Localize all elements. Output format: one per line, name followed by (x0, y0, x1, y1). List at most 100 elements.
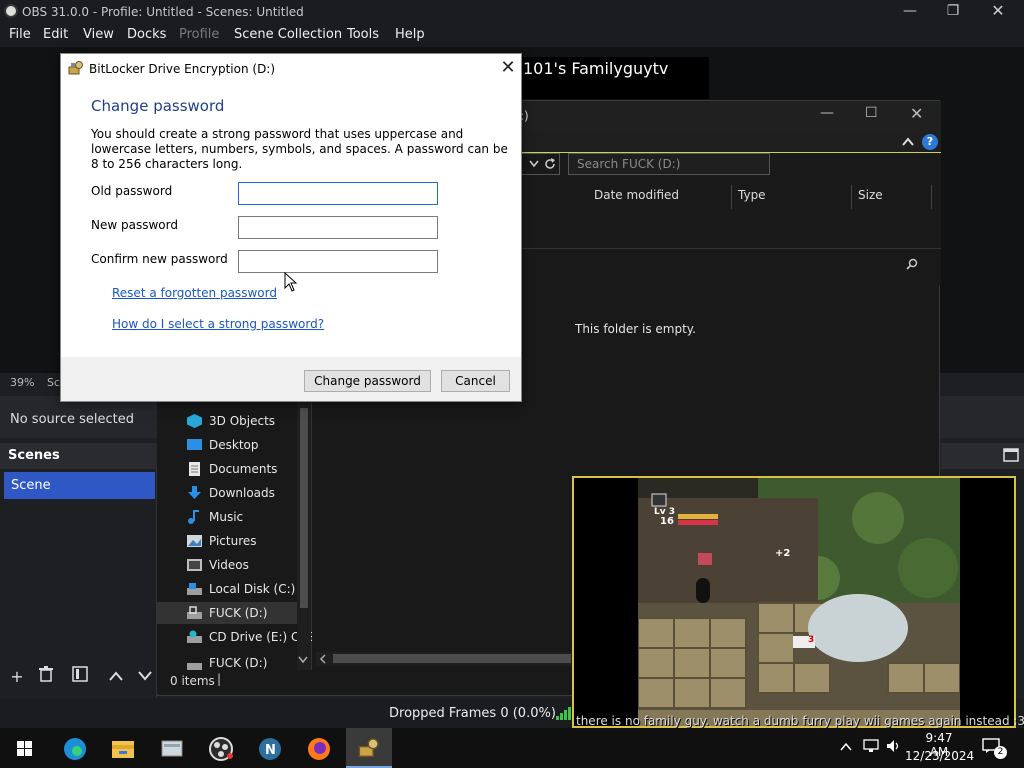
empty-folder-text: This folder is empty. (575, 322, 696, 336)
nav-label: Music (209, 510, 244, 524)
nav-item-3d-objects[interactable]: 3D Objects (187, 410, 312, 432)
strong-password-help-link[interactable]: How do I select a strong password? (112, 317, 324, 331)
menu-profile[interactable]: Profile (179, 27, 219, 42)
menu-docks[interactable]: Docks (127, 27, 166, 42)
windows-start-icon[interactable] (3, 732, 47, 766)
menu-scene-collection[interactable]: Scene Collection (234, 27, 342, 42)
dropped-frames-status: Dropped Frames 0 (0.0%) (389, 706, 556, 721)
explorer-minimize-icon[interactable]: — (820, 105, 834, 121)
nav-label: Local Disk (C:) (209, 582, 296, 596)
nav-label: FUCK (D:) (209, 656, 268, 670)
obs-title-bar[interactable]: OBS 31.0.0 - Profile: Untitled - Scenes:… (0, 0, 1024, 23)
nav-item-fuck-d-2[interactable]: FUCK (D:) (187, 656, 312, 670)
nav-item-fuck-d[interactable]: FUCK (D:) (157, 602, 297, 624)
nav-label: Desktop (209, 438, 259, 452)
move-up-icon[interactable] (105, 666, 127, 688)
menu-bar: File Edit View Docks Profile Scene Colle… (0, 23, 1024, 47)
stream-title-text: 101's Familyguytv (517, 57, 709, 99)
game-caption: there is no family guy. watch a dumb fur… (576, 714, 1024, 728)
new-password-label: New password (91, 218, 178, 232)
old-password-label: Old password (91, 184, 173, 198)
explorer-close-icon[interactable]: ✕ (910, 104, 923, 123)
menu-file[interactable]: File (9, 27, 31, 42)
nav-item-music[interactable]: Music (187, 506, 312, 528)
file-explorer-icon[interactable] (101, 732, 145, 766)
bitlocker-key-icon (68, 61, 83, 75)
game-damage-number: 3 (808, 635, 815, 645)
download-icon (188, 486, 201, 499)
n-app-icon[interactable]: N (248, 732, 292, 766)
edge-browser-icon[interactable] (53, 732, 97, 766)
new-password-input[interactable] (238, 216, 438, 239)
nav-item-cd-drive-e[interactable]: CD Drive (E:) CES (187, 626, 312, 648)
explorer-search-input[interactable]: Search FUCK (D:) (568, 153, 770, 175)
nav-label: Videos (209, 558, 249, 572)
notification-center-icon[interactable]: 2 (982, 738, 1007, 760)
pictures-icon (187, 535, 202, 547)
add-scene-icon[interactable]: + (6, 666, 28, 688)
dialog-heading: Change password (91, 97, 225, 115)
desktop-icon (187, 439, 202, 450)
close-icon[interactable]: ✕ (978, 2, 1018, 22)
menu-edit[interactable]: Edit (43, 27, 68, 42)
menu-tools[interactable]: Tools (347, 27, 379, 42)
explorer-maximize-icon[interactable]: ☐ (865, 105, 878, 121)
nav-label: FUCK (D:) (209, 606, 268, 620)
scroll-left-icon[interactable] (319, 654, 327, 664)
reset-password-link[interactable]: Reset a forgotten password (112, 286, 277, 300)
help-icon[interactable]: ? (922, 134, 938, 150)
tray-overflow-icon[interactable] (840, 742, 852, 752)
menu-view[interactable]: View (83, 27, 114, 42)
app-window-icon[interactable] (150, 732, 194, 766)
restore-icon[interactable]: ❐ (933, 2, 973, 22)
scene-list-item[interactable]: Scene (4, 472, 155, 499)
nav-item-local-disk-c[interactable]: Local Disk (C:) (187, 578, 312, 600)
column-type[interactable]: Type (732, 185, 852, 209)
right-dock-header (941, 443, 1024, 469)
cd-drive-icon (187, 630, 202, 643)
nav-item-videos[interactable]: Videos (187, 554, 312, 576)
nav-scrollbar-thumb[interactable] (300, 408, 308, 608)
document-icon (189, 462, 200, 476)
confirm-password-input[interactable] (238, 250, 438, 273)
obs-window-title: OBS 31.0.0 - Profile: Untitled - Scenes:… (22, 5, 304, 19)
connection-signal-icon (556, 707, 571, 720)
status-divider: | (217, 672, 222, 686)
nav-label: Downloads (209, 486, 275, 500)
nav-item-downloads[interactable]: Downloads (187, 482, 312, 504)
taskbar-active-bitlocker[interactable] (346, 728, 392, 768)
search-icon (906, 258, 918, 270)
remove-scene-icon[interactable] (35, 666, 57, 688)
game-capture-source[interactable]: Lv 3 16 +2 3 there is no family guy. wat… (572, 476, 1024, 728)
move-down-icon[interactable] (134, 666, 156, 688)
column-size[interactable]: Size (852, 185, 932, 209)
old-password-input[interactable] (238, 182, 438, 205)
firefox-icon[interactable] (297, 732, 341, 766)
obs-studio-icon[interactable] (199, 732, 243, 766)
menu-help[interactable]: Help (395, 27, 425, 42)
tray-clock-date[interactable]: 12/23/2024 (905, 749, 974, 763)
address-dropdown-icon[interactable] (529, 160, 539, 168)
column-date-modified[interactable]: Date modified (588, 185, 732, 209)
scroll-down-icon[interactable] (297, 655, 309, 665)
cube-icon (187, 414, 202, 428)
minimize-icon[interactable]: — (890, 2, 930, 22)
network-icon[interactable] (863, 739, 879, 753)
change-password-button[interactable]: Change password (304, 370, 431, 392)
zoom-level: 39% (10, 376, 35, 389)
nav-item-pictures[interactable]: Pictures (187, 530, 312, 552)
collapse-ribbon-icon[interactable] (902, 137, 914, 146)
dock-undock-icon[interactable] (1003, 448, 1019, 462)
cancel-button[interactable]: Cancel (441, 370, 510, 392)
refresh-icon[interactable] (544, 158, 556, 170)
no-source-label: No source selected (10, 412, 134, 427)
nav-item-documents[interactable]: Documents (187, 458, 312, 480)
dialog-close-icon[interactable]: ✕ (497, 57, 519, 79)
bitlocker-taskbar-icon (358, 738, 379, 757)
volume-icon[interactable] (886, 739, 902, 753)
horizontal-scrollbar-thumb[interactable] (333, 654, 571, 663)
drive-icon (187, 583, 202, 595)
dialog-title: BitLocker Drive Encryption (D:) (89, 62, 276, 76)
scene-filters-icon[interactable] (69, 666, 91, 688)
nav-item-desktop[interactable]: Desktop (187, 434, 312, 456)
